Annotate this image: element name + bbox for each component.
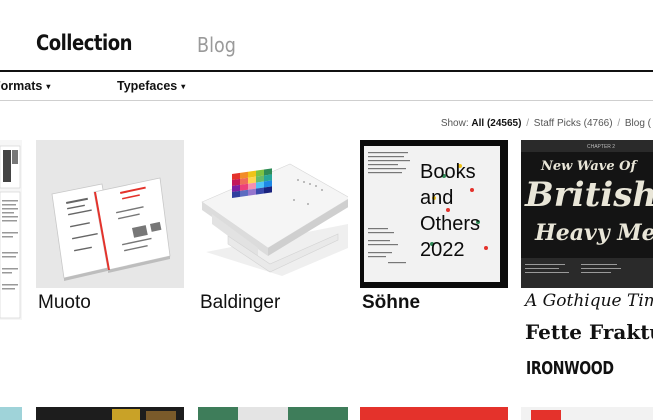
blackletter-sample-a-gothique-time[interactable]: A Gothique Time <box>525 291 653 311</box>
poster-text-line: 2022 <box>420 239 465 261</box>
separator: / <box>617 118 621 129</box>
show-label: Show: <box>440 118 469 129</box>
typefaces-filter-dropdown[interactable]: Typefaces ▾ <box>117 79 185 93</box>
poster-chapter-label: CHAPTER 2 <box>587 144 615 150</box>
sohne-poster-image: Books and Others 2022 <box>360 140 508 288</box>
poster-text-line: and <box>420 187 453 209</box>
baldinger-card-thumbnail[interactable] <box>198 140 348 288</box>
show-staff-picks-link[interactable]: Staff Picks (4766) <box>534 118 613 129</box>
next-row-thumbnail-detail <box>531 410 561 420</box>
cropped-card-thumbnail[interactable] <box>0 140 22 320</box>
show-all-link[interactable]: All (24565) <box>471 118 521 129</box>
card-title-sohne[interactable]: Söhne <box>362 292 420 314</box>
next-row-thumbnail-detail <box>112 409 140 420</box>
formats-filter-dropdown[interactable]: Formats▾ <box>0 79 50 93</box>
poster-text-line: British <box>524 175 653 215</box>
next-row-thumbnail[interactable] <box>521 407 653 420</box>
muoto-card-thumbnail[interactable] <box>36 140 184 288</box>
chevron-down-icon: ▾ <box>46 82 51 91</box>
cropped-card-image <box>0 140 22 320</box>
poster-text-line: Others <box>420 213 480 235</box>
gothic-poster-image: CHAPTER 2 New Wave Of British Heavy Meta… <box>521 140 653 288</box>
nav-tab-blog[interactable]: Blog <box>197 33 236 57</box>
poster-text-line: Heavy Metal <box>534 220 653 246</box>
poster-text-line: New Wave Of <box>540 159 638 174</box>
gothic-card-thumbnail[interactable]: CHAPTER 2 New Wave Of British Heavy Meta… <box>521 140 653 288</box>
next-row-thumbnail[interactable] <box>198 407 348 420</box>
card-title-baldinger[interactable]: Baldinger <box>200 292 280 314</box>
filter-divider <box>0 100 653 101</box>
next-row-thumbnail-detail <box>146 411 176 420</box>
nav-divider <box>0 70 653 72</box>
show-blog-link[interactable]: Blog ( <box>625 118 651 129</box>
baldinger-specimen-image <box>198 140 348 288</box>
nav-tab-collection[interactable]: Collection <box>36 31 132 55</box>
typefaces-filter-label: Typefaces <box>117 79 178 93</box>
sohne-card-thumbnail[interactable]: Books and Others 2022 <box>360 140 508 288</box>
separator: / <box>526 118 529 129</box>
next-row-thumbnail[interactable] <box>360 407 508 420</box>
next-row-thumbnail[interactable] <box>0 407 22 420</box>
muoto-specimen-image <box>36 140 184 288</box>
card-title-muoto[interactable]: Muoto <box>38 292 91 314</box>
poster-text-line: Books <box>420 161 476 183</box>
sample-ironwood[interactable]: IRONWOOD <box>526 358 614 379</box>
chevron-down-icon: ▾ <box>181 82 186 91</box>
show-filter-bar: Show: All (24565) / Staff Picks (4766) /… <box>441 118 651 129</box>
formats-filter-label: Formats <box>0 79 43 93</box>
blackletter-sample-fette-fraktur[interactable]: Fette Fraktur <box>525 320 653 344</box>
next-row-thumbnail-detail <box>238 407 288 420</box>
next-row-thumbnail[interactable] <box>36 407 184 420</box>
